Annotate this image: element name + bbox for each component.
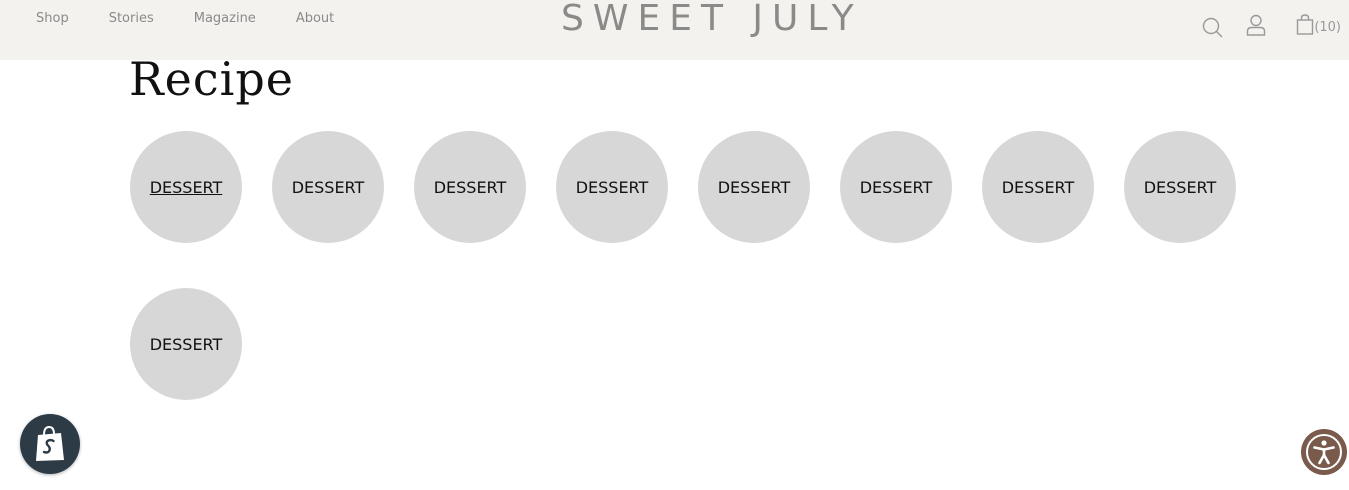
page-title: Recipe [129,52,295,106]
site-logo[interactable]: SWEET JULY [561,0,863,39]
site-header: Shop Stories Magazine About SWEET JULY (… [0,0,1349,60]
category-label: DESSERT [575,177,649,197]
category-dessert[interactable]: DESSERT [698,131,810,243]
category-label: DESSERT [717,177,791,197]
category-dessert[interactable]: DESSERT [272,131,384,243]
category-label: DESSERT [433,177,507,197]
category-dessert[interactable]: DESSERT [414,131,526,243]
account-button[interactable] [1246,14,1266,36]
category-dessert[interactable]: DESSERT [840,131,952,243]
shopify-chat-button[interactable] [20,414,80,474]
category-label: DESSERT [291,177,365,197]
nav-link-shop[interactable]: Shop [36,11,69,26]
search-button[interactable] [1202,17,1224,39]
category-dessert[interactable]: DESSERT [556,131,668,243]
accessibility-icon [1306,434,1342,470]
main-nav: Shop Stories Magazine About [36,11,334,26]
category-label: DESSERT [1001,177,1075,197]
category-dessert[interactable]: DESSERT [130,288,242,400]
category-grid: DESSERT DESSERT DESSERT DESSERT DESSERT … [130,131,1240,400]
category-label: DESSERT [149,334,223,354]
account-icon [1247,14,1266,36]
cart-button[interactable]: (10) [1296,13,1341,36]
category-dessert[interactable]: DESSERT [982,131,1094,243]
shopify-bag-icon [36,425,64,461]
category-label: DESSERT [1143,177,1217,197]
header-actions: (10) [1202,10,1341,39]
cart-icon [1297,13,1314,35]
category-label: DESSERT [149,177,223,197]
accessibility-button[interactable] [1301,429,1347,475]
category-label: DESSERT [859,177,933,197]
category-dessert[interactable]: DESSERT [130,131,242,243]
search-icon [1203,17,1223,38]
cart-count: (10) [1314,19,1341,35]
category-dessert[interactable]: DESSERT [1124,131,1236,243]
nav-link-stories[interactable]: Stories [109,11,154,26]
nav-link-about[interactable]: About [296,11,334,26]
nav-link-magazine[interactable]: Magazine [194,11,256,26]
